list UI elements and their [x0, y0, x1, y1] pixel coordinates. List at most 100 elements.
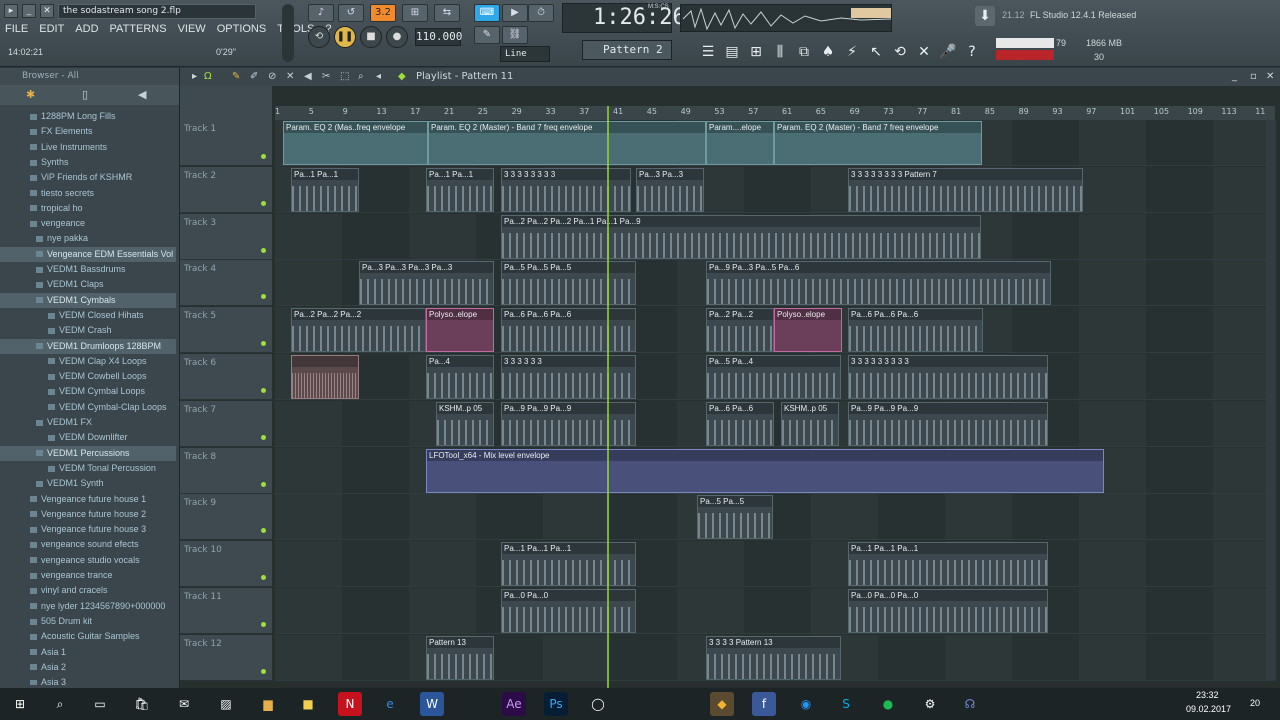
- typing-keyboard-icon[interactable]: ⌨: [474, 4, 500, 22]
- pattern-clip[interactable]: Pa...9 Pa...9 Pa...9: [501, 401, 636, 446]
- plugin-picker-icon[interactable]: ♠: [818, 42, 838, 62]
- track-header[interactable]: Track 2: [180, 166, 272, 213]
- download-icon[interactable]: ⬇: [975, 6, 995, 26]
- track-enable-led[interactable]: [261, 388, 266, 393]
- pattern-clip[interactable]: Pa...0 Pa...0 Pa...0: [848, 589, 1048, 633]
- pattern-clip[interactable]: Polyso..elope: [426, 308, 494, 353]
- pattern-clip[interactable]: Pa...1 Pa...1: [291, 167, 359, 212]
- track-header[interactable]: Track 6: [180, 354, 272, 400]
- notification-badge[interactable]: 20: [1250, 698, 1260, 708]
- arrows-icon[interactable]: ◆: [398, 68, 406, 86]
- timeline-ruler[interactable]: 1 5 9 13 17 21 25 29 33 37 41 45 49 53 57 61 65 69 73 77 81 8…: [275, 106, 1275, 120]
- browser-item[interactable]: vengeance sound efects: [0, 537, 176, 552]
- pattern-clip[interactable]: [291, 355, 359, 399]
- pattern-clip[interactable]: Pa...5 Pa...5 Pa...5: [501, 261, 636, 306]
- play-arrow-icon[interactable]: ▶: [502, 4, 528, 22]
- zoom-tool-icon[interactable]: ⌕: [358, 68, 364, 86]
- plug-icon[interactable]: ⚡: [842, 42, 862, 62]
- window-minimize-icon[interactable]: _: [1232, 68, 1237, 86]
- browser-item[interactable]: VEDM1 Claps: [0, 277, 176, 292]
- pause-icon[interactable]: ❚❚: [334, 26, 356, 48]
- mail-icon[interactable]: ✉: [172, 692, 196, 716]
- windows-start-icon[interactable]: ⊞: [8, 692, 32, 716]
- steam-icon[interactable]: ◯: [586, 692, 610, 716]
- browser-item[interactable]: VEDM Clap X4 Loops: [0, 354, 176, 369]
- close-icon[interactable]: ✕: [40, 4, 54, 18]
- browser-item[interactable]: Acoustic Guitar Samples: [0, 629, 176, 644]
- loop-mode-icon[interactable]: ⟲: [308, 26, 330, 48]
- vertical-scrollbar[interactable]: [1266, 120, 1276, 680]
- playback-tool-icon[interactable]: ◂: [376, 68, 381, 86]
- facebook-icon[interactable]: f: [752, 692, 776, 716]
- browser-item[interactable]: 1288PM Long Fills: [0, 109, 176, 124]
- pattern-clip[interactable]: Param. EQ 2 (Master) - Band 7 freq envel…: [774, 121, 982, 165]
- after-effects-icon[interactable]: Ae: [502, 692, 526, 716]
- window-close-icon[interactable]: ✕: [1266, 68, 1274, 86]
- pattern-clip[interactable]: Pa...1 Pa...1 Pa...1: [848, 542, 1048, 587]
- clock-date[interactable]: 09.02.2017: [1186, 704, 1231, 714]
- browser-item[interactable]: nye pakka: [0, 231, 176, 246]
- browser-item[interactable]: Vengeance future house 1: [0, 492, 176, 507]
- countdown-button[interactable]: 3.2: [370, 4, 396, 22]
- select-tool-icon[interactable]: ⬚: [340, 68, 349, 86]
- menu-options[interactable]: OPTIONS: [216, 23, 268, 35]
- track-enable-led[interactable]: [261, 668, 266, 674]
- browser-item[interactable]: ViP Friends of KSHMR: [0, 170, 176, 185]
- browser-item[interactable]: VEDM Crash: [0, 323, 176, 338]
- clock-time[interactable]: 23:32: [1196, 690, 1219, 700]
- speaker-icon[interactable]: ◀: [138, 88, 146, 101]
- track-header[interactable]: Track 11: [180, 588, 272, 634]
- playlist-icon[interactable]: ☰: [698, 42, 718, 62]
- track-enable-led[interactable]: [261, 528, 266, 534]
- track-header[interactable]: Track 9: [180, 494, 272, 541]
- pattern-clip[interactable]: Pa...9 Pa...9 Pa...9: [848, 401, 1048, 446]
- channel-rack-icon[interactable]: ⊞: [746, 42, 766, 62]
- track-lane[interactable]: [275, 494, 1275, 541]
- browser-item[interactable]: vengeance studio vocals: [0, 553, 176, 568]
- snap-select[interactable]: Line: [500, 46, 550, 62]
- browser-item[interactable]: vengeance trance: [0, 568, 176, 583]
- pattern-clip[interactable]: Pa...5 Pa...5: [697, 495, 773, 540]
- track-lane[interactable]: [275, 166, 1275, 213]
- browser-item[interactable]: Synths: [0, 155, 176, 170]
- pattern-clip[interactable]: Param. EQ 2 (Master) - Band 7 freq envel…: [428, 121, 706, 165]
- piano-roll-icon[interactable]: ▤: [722, 42, 742, 62]
- cpu-icon[interactable]: ✕: [914, 42, 934, 62]
- pattern-clip[interactable]: Pa...9 Pa...3 Pa...5 Pa...6: [706, 261, 1051, 306]
- pattern-clip[interactable]: Param....elope: [706, 121, 774, 165]
- pattern-clip[interactable]: 3 3 3 3 3 3: [501, 355, 636, 399]
- browser-item[interactable]: VEDM1 Synth: [0, 476, 176, 491]
- word-icon[interactable]: W: [420, 692, 444, 716]
- metronome-icon[interactable]: ♪: [308, 4, 334, 22]
- browser-item[interactable]: VEDM Cymbal-Clap Loops: [0, 400, 176, 415]
- browser-item[interactable]: VEDM1 Percussions: [0, 445, 176, 461]
- track-header[interactable]: Track 3: [180, 213, 272, 260]
- pattern-selector[interactable]: Pattern 2: [582, 40, 672, 60]
- messenger-icon[interactable]: ◉: [794, 692, 818, 716]
- pattern-clip[interactable]: Pa...0 Pa...0: [501, 589, 636, 633]
- menu-add[interactable]: ADD: [74, 23, 99, 35]
- pattern-clip[interactable]: LFOTool_x64 - Mix level envelope: [426, 448, 1104, 493]
- pattern-clip[interactable]: Param. EQ 2 (Mas..freq envelope: [283, 121, 428, 165]
- browser-item[interactable]: Vengeance EDM Essentials Vol 1: [0, 246, 176, 262]
- pattern-clip[interactable]: Pa...1 Pa...1: [426, 167, 494, 212]
- pencil-icon[interactable]: ✎: [474, 26, 500, 44]
- browser-item[interactable]: Vengeance future house 2: [0, 507, 176, 522]
- browser-item[interactable]: VEDM1 FX: [0, 415, 176, 430]
- master-volume-slider[interactable]: [282, 4, 294, 62]
- pattern-clip[interactable]: 3 3 3 3 3 3 3 3: [501, 167, 631, 212]
- browser-item[interactable]: vengeance: [0, 216, 176, 231]
- pattern-clip[interactable]: Pa...3 Pa...3: [636, 167, 704, 212]
- pattern-clip[interactable]: Pa...2 Pa...2 Pa...2: [291, 308, 426, 353]
- track-header[interactable]: Track 4: [180, 260, 272, 307]
- loop-record-icon[interactable]: ↺: [338, 4, 364, 22]
- track-enable-led[interactable]: [261, 247, 266, 253]
- browser-item[interactable]: VEDM Closed Hihats: [0, 308, 176, 323]
- pattern-clip[interactable]: Pa...6 Pa...6 Pa...6: [501, 308, 636, 353]
- pattern-clip[interactable]: Pa...5 Pa...4: [706, 355, 841, 399]
- track-lane[interactable]: [275, 541, 1275, 588]
- file-icon[interactable]: ▯: [82, 88, 88, 101]
- hint-message[interactable]: FL Studio 12.4.1 Released: [1030, 10, 1136, 20]
- playhead[interactable]: [607, 106, 609, 688]
- slip-tool-icon[interactable]: ◀: [304, 68, 312, 86]
